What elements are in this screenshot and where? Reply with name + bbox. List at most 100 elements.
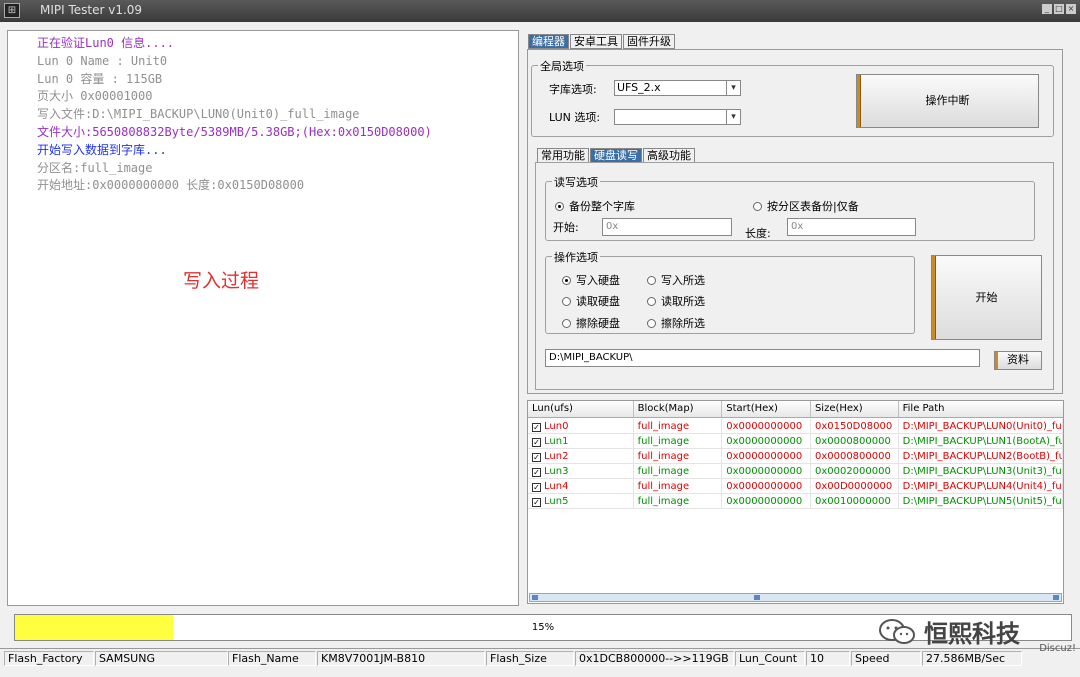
radio-dot[interactable] xyxy=(562,296,571,306)
radio-backup-all[interactable]: 备份整个字库 xyxy=(555,198,635,214)
status-speed-label: Speed xyxy=(851,651,921,666)
radio-erase-disk[interactable]: 擦除硬盘 xyxy=(562,315,620,331)
minimize-icon[interactable]: _ xyxy=(1042,4,1052,14)
radio-backup-partition[interactable]: 按分区表备份|仅备 xyxy=(753,198,859,214)
scroll-thumb[interactable] xyxy=(754,595,760,600)
app-icon[interactable]: ⊞ xyxy=(4,3,20,18)
tab-disk-rw[interactable]: 硬盘读写 xyxy=(590,148,642,163)
path-cell: D:\MIPI_BACKUP\LUN3(Unit3)_full_i xyxy=(899,464,1063,478)
lun-cell: Lun4 xyxy=(544,481,569,492)
column-header[interactable]: Lun(ufs) xyxy=(528,401,634,417)
size-cell: 0x0000800000 xyxy=(811,449,899,463)
group-label: 读写选项 xyxy=(552,174,600,190)
column-header[interactable]: Block(Map) xyxy=(634,401,723,417)
tab-android-tools[interactable]: 安卓工具 xyxy=(570,34,622,49)
watermark: 恒熙科技 xyxy=(878,614,1020,649)
radio-read-disk[interactable]: 读取硬盘 xyxy=(562,293,620,309)
tab-common[interactable]: 常用功能 xyxy=(537,148,589,163)
close-icon[interactable]: × xyxy=(1066,4,1076,14)
column-header[interactable]: Size(Hex) xyxy=(811,401,899,417)
button-stripe xyxy=(857,75,861,127)
abort-button[interactable]: 操作中断 xyxy=(856,74,1039,128)
lun-cell: Lun1 xyxy=(544,436,569,447)
row-checkbox[interactable]: ✓ xyxy=(532,498,541,507)
start-button[interactable]: 开始 xyxy=(931,255,1042,340)
window-title: MIPI Tester v1.09 xyxy=(40,3,143,17)
lun-table[interactable]: Lun(ufs) Block(Map) Start(Hex) Size(Hex)… xyxy=(527,400,1064,604)
top-tabs: 编程器 安卓工具 固件升级 xyxy=(528,34,675,49)
log-panel[interactable]: 正在验证Lun0 信息.... Lun 0 Name : Unit0 Lun 0… xyxy=(7,30,519,606)
start-cell: 0x0000000000 xyxy=(722,479,811,493)
lun-cell: Lun5 xyxy=(544,496,569,507)
browse-button[interactable]: 资料 xyxy=(994,351,1042,370)
maximize-icon[interactable]: □ xyxy=(1054,4,1064,14)
group-label: 操作选项 xyxy=(552,249,600,265)
row-checkbox[interactable]: ✓ xyxy=(532,468,541,477)
radio-read-selected[interactable]: 读取所选 xyxy=(647,293,705,309)
status-lun-count-value: 10 xyxy=(806,651,850,666)
log-line: 正在验证Lun0 信息.... xyxy=(37,36,175,50)
radio-erase-selected[interactable]: 擦除所选 xyxy=(647,315,705,331)
scroll-left-icon[interactable] xyxy=(532,595,538,600)
radio-dot[interactable] xyxy=(555,201,564,211)
radio-write-disk[interactable]: 写入硬盘 xyxy=(562,272,620,288)
radio-label: 按分区表备份|仅备 xyxy=(767,200,859,213)
row-checkbox[interactable]: ✓ xyxy=(532,438,541,447)
scroll-right-icon[interactable] xyxy=(1053,595,1059,600)
radio-dot[interactable] xyxy=(562,318,571,328)
length-input[interactable]: 0x xyxy=(787,218,916,236)
log-line: 开始地址:0x0000000000 长度:0x0150D08000 xyxy=(37,178,305,193)
path-input[interactable]: D:\MIPI_BACKUP\ xyxy=(545,349,980,367)
discuz-watermark: Discuz! xyxy=(1039,643,1076,654)
path-cell: D:\MIPI_BACKUP\LUN4(Unit4)_full_i xyxy=(899,479,1063,493)
chip-select[interactable]: UFS_2.x ▾ xyxy=(614,80,741,96)
button-stripe xyxy=(932,256,936,339)
column-header[interactable]: Start(Hex) xyxy=(722,401,811,417)
size-cell: 0x0002000000 xyxy=(811,464,899,478)
block-cell: full_image xyxy=(634,449,723,463)
start-cell: 0x0000000000 xyxy=(722,434,811,448)
status-flash-size-value: 0x1DCB800000-->>119GB xyxy=(575,651,734,666)
radio-dot[interactable] xyxy=(647,318,656,328)
radio-label: 擦除所选 xyxy=(661,317,705,330)
dropdown-icon[interactable]: ▾ xyxy=(726,81,740,95)
horizontal-scrollbar[interactable] xyxy=(529,593,1062,602)
tab-firmware-upgrade[interactable]: 固件升级 xyxy=(623,34,675,49)
table-row[interactable]: ✓ Lun5 full_image 0x0000000000 0x00100000… xyxy=(528,494,1063,509)
block-cell: full_image xyxy=(634,434,723,448)
radio-label: 写入所选 xyxy=(661,274,705,287)
start-input[interactable]: 0x xyxy=(602,218,732,236)
tab-advanced[interactable]: 高级功能 xyxy=(643,148,695,163)
log-line: 分区名:full_image xyxy=(37,160,153,175)
lun-select[interactable]: ▾ xyxy=(614,109,741,125)
radio-write-selected[interactable]: 写入所选 xyxy=(647,272,705,288)
radio-dot[interactable] xyxy=(562,275,571,285)
sub-tabs: 常用功能 硬盘读写 高级功能 xyxy=(537,148,695,163)
row-checkbox[interactable]: ✓ xyxy=(532,423,541,432)
radio-dot[interactable] xyxy=(647,296,656,306)
path-cell: D:\MIPI_BACKUP\LUN2(BootB)_full_ xyxy=(899,449,1063,463)
radio-label: 写入硬盘 xyxy=(576,274,620,287)
table-row[interactable]: ✓ Lun3 full_image 0x0000000000 0x00020000… xyxy=(528,464,1063,479)
radio-dot[interactable] xyxy=(647,275,656,285)
size-cell: 0x0010000000 xyxy=(811,494,899,508)
dropdown-icon[interactable]: ▾ xyxy=(726,110,740,124)
row-checkbox[interactable]: ✓ xyxy=(532,453,541,462)
row-checkbox[interactable]: ✓ xyxy=(532,483,541,492)
radio-dot[interactable] xyxy=(753,201,762,211)
status-bar: Flash_Factory SAMSUNG Flash_Name KM8V700… xyxy=(0,648,1080,667)
length-label: 长度: xyxy=(745,227,771,240)
table-row[interactable]: ✓ Lun2 full_image 0x0000000000 0x00008000… xyxy=(528,449,1063,464)
table-row[interactable]: ✓ Lun0 full_image 0x0000000000 0x0150D080… xyxy=(528,419,1063,434)
column-header[interactable]: File Path xyxy=(899,401,1063,417)
title-bar: ⊞ MIPI Tester v1.09 _ □ × xyxy=(0,0,1080,22)
table-row[interactable]: ✓ Lun4 full_image 0x0000000000 0x00D00000… xyxy=(528,479,1063,494)
button-stripe xyxy=(995,352,998,369)
table-row[interactable]: ✓ Lun1 full_image 0x0000000000 0x00008000… xyxy=(528,434,1063,449)
start-cell: 0x0000000000 xyxy=(722,449,811,463)
start-button-label: 开始 xyxy=(975,291,998,304)
tab-programmer[interactable]: 编程器 xyxy=(528,34,569,49)
radio-label: 备份整个字库 xyxy=(569,200,635,213)
block-cell: full_image xyxy=(634,464,723,478)
radio-label: 读取硬盘 xyxy=(576,295,620,308)
